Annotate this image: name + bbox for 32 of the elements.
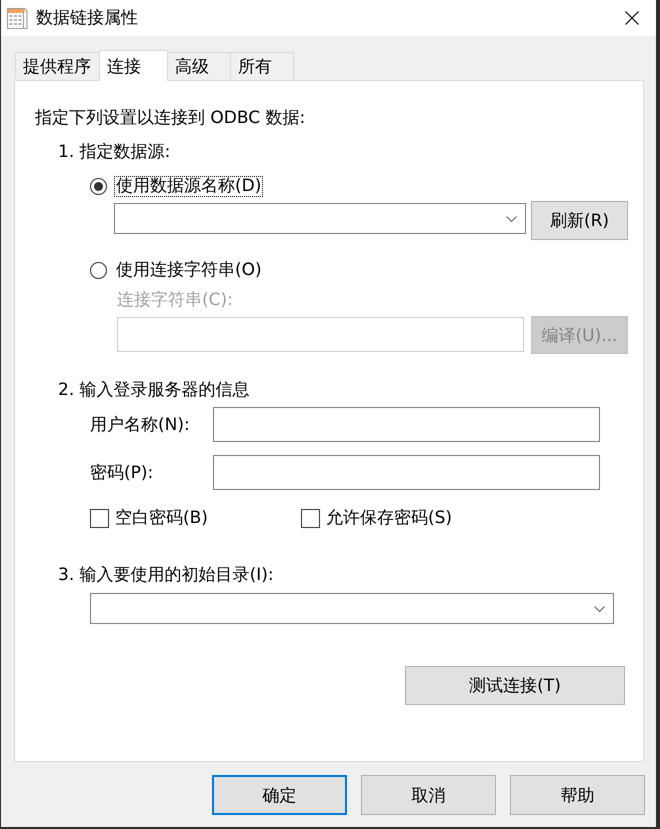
table-icon [6, 6, 28, 30]
refresh-button[interactable]: 刷新(R) [531, 201, 628, 240]
section-heading: 2. 输入登录服务器的信息 [58, 380, 250, 400]
section-heading: 3. 输入要使用的初始目录(I): [58, 565, 274, 585]
checkbox-label[interactable]: 允许保存密码(S) [326, 508, 452, 529]
help-button[interactable]: 帮助 [510, 775, 645, 815]
window-title: 数据链接属性 [36, 7, 138, 29]
instruction-text: 指定下列设置以连接到 ODBC 数据: [35, 108, 306, 128]
field-label: 用户名称(N): [90, 414, 190, 434]
dropdown[interactable] [90, 593, 614, 624]
test-connection-button[interactable]: 测试连接(T) [405, 666, 625, 705]
field-label: 密码(P): [90, 462, 154, 482]
radio-button[interactable] [90, 178, 107, 195]
checkbox[interactable] [90, 509, 109, 528]
checkbox[interactable] [301, 509, 320, 528]
text-field[interactable] [213, 407, 600, 442]
chevron-down-icon [506, 216, 517, 222]
field-label: 连接字符串(C): [117, 290, 233, 310]
close-icon[interactable] [625, 11, 639, 25]
ok-button[interactable]: 确定 [212, 775, 347, 815]
cancel-button[interactable]: 取消 [361, 775, 496, 815]
text-field[interactable] [213, 455, 600, 490]
dropdown[interactable] [114, 203, 526, 234]
tab[interactable]: 连接 [99, 50, 168, 81]
section-heading: 1. 指定数据源: [58, 142, 170, 162]
radio-label[interactable]: 使用连接字符串(O) [114, 260, 264, 281]
radio-label[interactable]: 使用数据源名称(D) [114, 176, 264, 197]
tab[interactable]: 提供程序 [15, 52, 100, 80]
chevron-down-icon [594, 606, 605, 612]
tab[interactable]: 所有 [230, 52, 294, 80]
checkbox-label[interactable]: 空白密码(B) [115, 508, 208, 529]
radio-button[interactable] [90, 262, 107, 279]
